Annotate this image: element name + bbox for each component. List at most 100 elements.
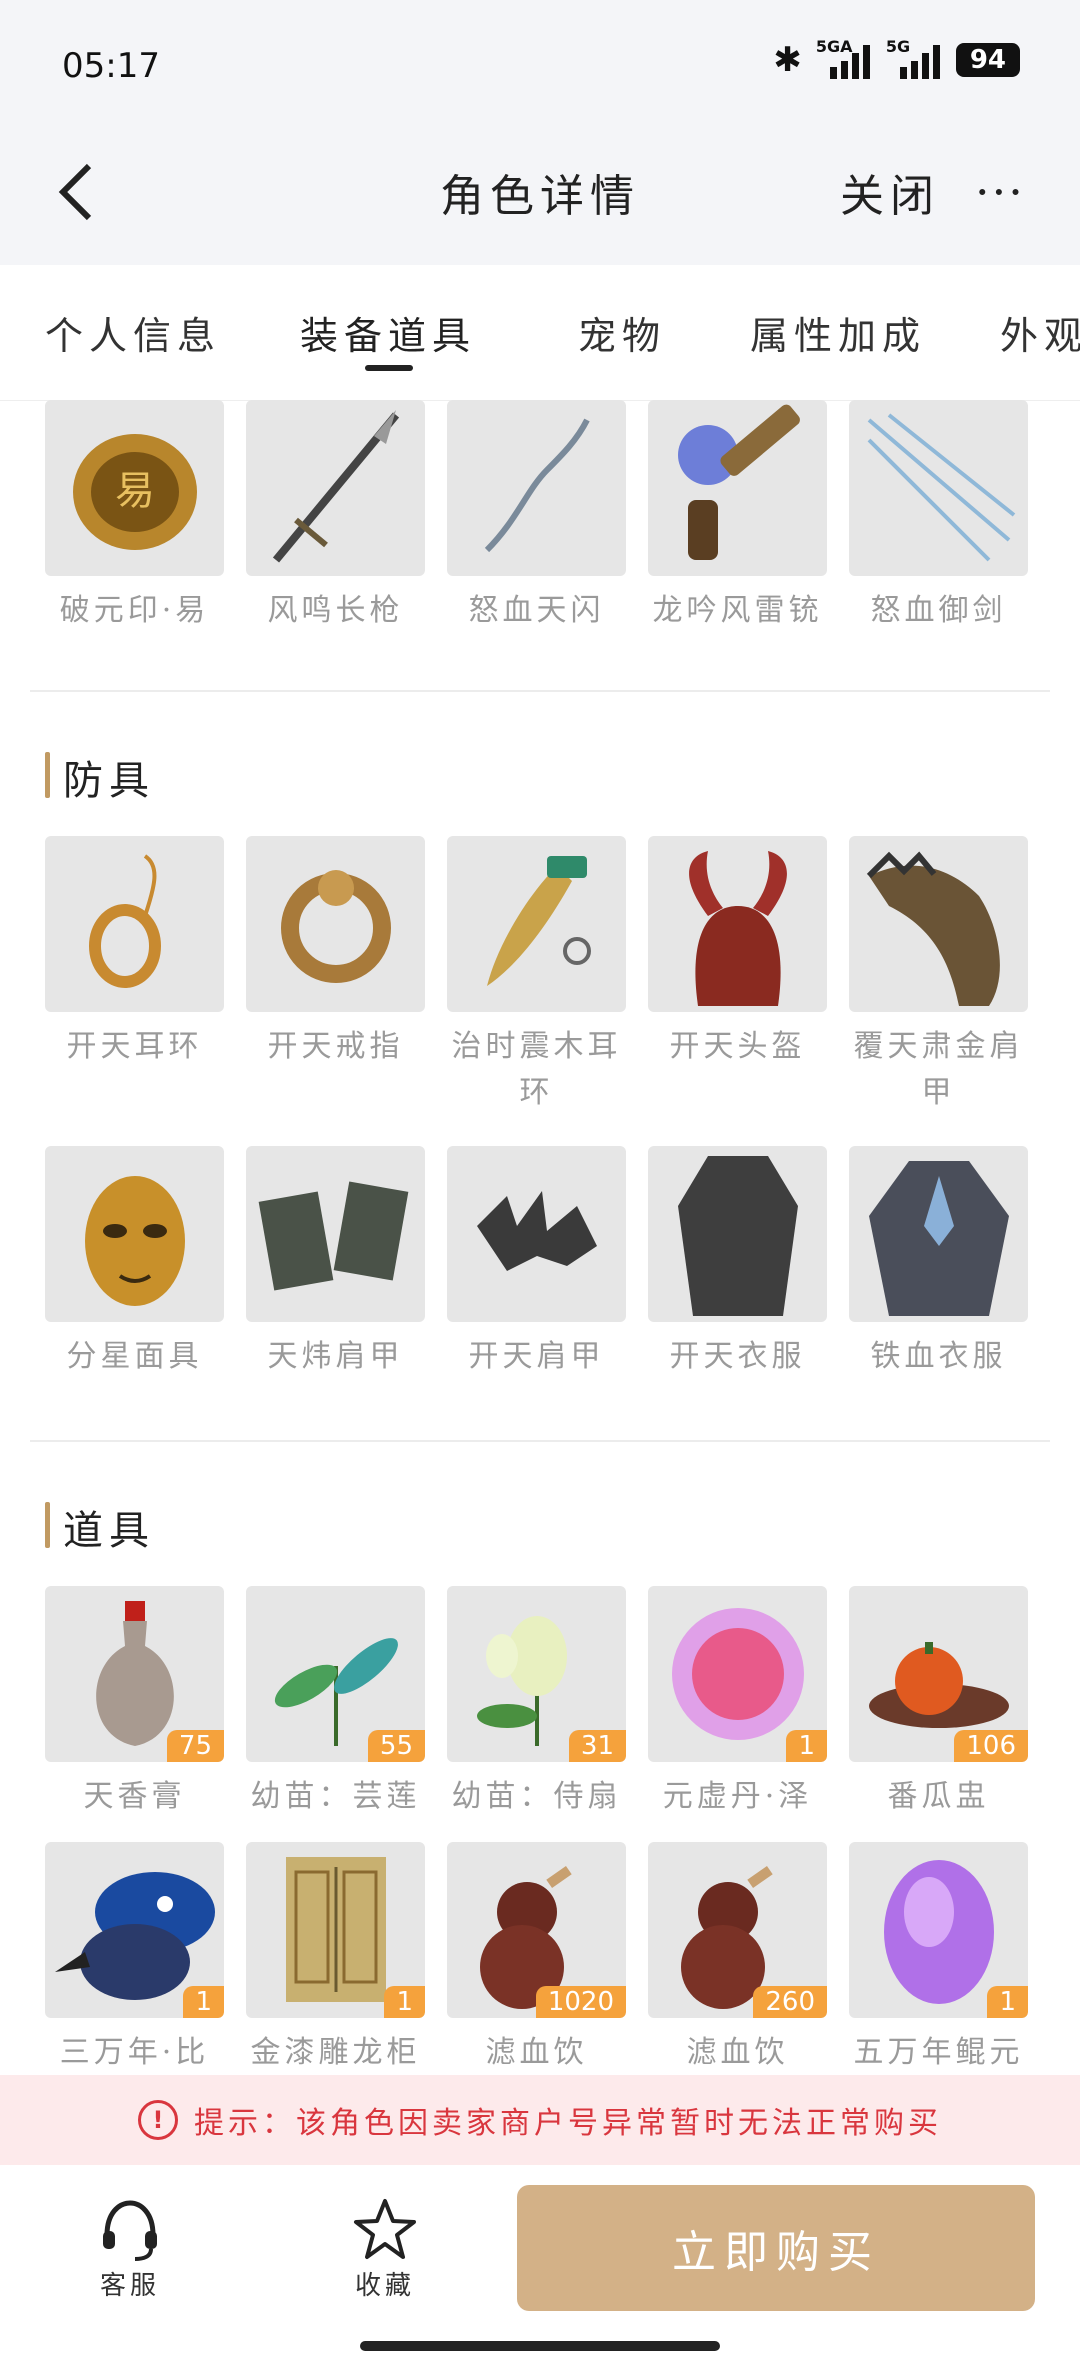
item-name: 幼苗：侍扇 (451, 1779, 622, 1814)
item-name: 怒血御剑 (870, 593, 1007, 628)
customer-service-label: 客服 (99, 2271, 160, 2301)
list-item[interactable]: 怒血御剑 (849, 400, 1028, 634)
list-item[interactable]: 1020 滤血饮 (447, 1842, 626, 2075)
item-image (45, 836, 224, 1012)
list-item[interactable]: 开天肩甲 (447, 1146, 626, 1380)
item-name: 开天戒指 (267, 1029, 404, 1064)
status-icons: ✱ 5GA 5G 94 (773, 37, 1020, 80)
tab-appearance[interactable]: 外观 (1000, 305, 1080, 360)
count-badge: 106 (954, 1730, 1028, 1762)
count-badge: 1 (384, 1986, 425, 2018)
tab-personal-info[interactable]: 个人信息 (45, 305, 221, 360)
customer-service-button[interactable]: 客服 (70, 2195, 190, 2302)
list-item[interactable]: 易 破元印·易 (45, 400, 224, 634)
list-item[interactable]: 开天头盔 (648, 836, 827, 1116)
signal-5ga-icon: 5GA (816, 37, 872, 79)
item-name: 天炜肩甲 (267, 1339, 404, 1374)
items-grid-row1: 75 天香膏 55 幼苗：芸莲 31 幼苗：侍扇 1 元虚丹·泽 106 番瓜盅 (45, 1586, 1028, 1820)
count-badge: 55 (367, 1730, 425, 1762)
item-image (849, 1146, 1028, 1322)
tab-pets[interactable]: 宠物 (578, 305, 666, 360)
item-image (45, 1146, 224, 1322)
blade-icon (484, 418, 590, 553)
item-name: 幼苗：芸莲 (250, 1779, 421, 1814)
item-name: 破元印·易 (59, 593, 210, 628)
ring-icon (281, 870, 391, 983)
flying-swords-icon (867, 413, 1016, 562)
item-image (447, 1146, 626, 1322)
item-image (648, 1146, 827, 1322)
list-item[interactable]: 1 五万年鲲元 (849, 1842, 1028, 2075)
list-item[interactable]: 1 金漆雕龙柜 (246, 1842, 425, 2075)
item-image (648, 836, 827, 1012)
item-name: 分星面具 (66, 1339, 203, 1374)
item-name: 开天头盔 (669, 1029, 806, 1064)
list-item[interactable]: 55 幼苗：芸莲 (246, 1586, 425, 1820)
item-image: 1020 (447, 1842, 626, 2018)
list-item[interactable]: 铁血衣服 (849, 1146, 1028, 1380)
item-image (849, 400, 1028, 576)
tab-attributes[interactable]: 属性加成 (750, 305, 926, 360)
tab-bar: 个人信息 装备道具 宠物 属性加成 外观 (0, 265, 1080, 401)
favorite-button[interactable]: 收藏 (325, 2195, 445, 2302)
notice-text: 提示：该角色因卖家商户号异常暂时无法正常购买 (194, 2106, 942, 2141)
list-item[interactable]: 怒血天闪 (447, 400, 626, 634)
list-item[interactable]: 开天戒指 (246, 836, 425, 1116)
tab-active-indicator (365, 365, 413, 371)
shoulder-armor-icon (866, 851, 1000, 1006)
favorite-label: 收藏 (354, 2271, 415, 2301)
status-bar: 05:17 ✱ 5GA 5G 94 (0, 0, 1080, 130)
item-name: 开天肩甲 (468, 1339, 605, 1374)
tab-equipment[interactable]: 装备道具 (300, 305, 476, 360)
more-icon[interactable]: ··· (975, 165, 1025, 219)
signal-5g-icon: 5G (886, 37, 942, 79)
list-item[interactable]: 75 天香膏 (45, 1586, 224, 1820)
item-image: 1 (849, 1842, 1028, 2018)
robe-icon (678, 1156, 798, 1316)
spear-icon (272, 410, 400, 563)
notice-banner: ! 提示：该角色因卖家商户号异常暂时无法正常购买 (0, 2075, 1080, 2165)
list-item[interactable]: 风鸣长枪 (246, 400, 425, 634)
item-image: 1 (246, 1842, 425, 2018)
buy-now-button[interactable]: 立即购买 (517, 2185, 1035, 2311)
item-name: 番瓜盅 (887, 1779, 990, 1814)
item-image: 55 (246, 1586, 425, 1762)
equipment-content[interactable]: 易 破元印·易 风鸣长枪 怒血天闪 龙吟风雷铳 怒血御剑 防具 开天耳环 开天戒… (0, 400, 1080, 2075)
list-item[interactable]: 分星面具 (45, 1146, 224, 1380)
armor-suit-icon (869, 1161, 1009, 1316)
nav-bar: 角色详情 关闭 ··· (0, 130, 1080, 265)
list-item[interactable]: 31 幼苗：侍扇 (447, 1586, 626, 1820)
item-image (648, 400, 827, 576)
list-item[interactable]: 开天耳环 (45, 836, 224, 1116)
star-icon (354, 2199, 416, 2259)
item-image: 1 (45, 1842, 224, 2018)
item-image: 易 (45, 400, 224, 576)
section-title-armor: 防具 (45, 748, 155, 806)
item-name: 治时震木耳环 (451, 1029, 622, 1110)
cannon-icon (678, 404, 800, 560)
list-item[interactable]: 开天衣服 (648, 1146, 827, 1380)
item-name: 滤血饮 (686, 2035, 789, 2070)
status-time: 05:17 (62, 46, 160, 86)
list-item[interactable]: 天炜肩甲 (246, 1146, 425, 1380)
alert-icon: ! (138, 2100, 178, 2140)
list-item[interactable]: 覆天肃金肩甲 (849, 836, 1028, 1116)
list-item[interactable]: 106 番瓜盅 (849, 1586, 1028, 1820)
bluetooth-icon: ✱ (773, 40, 802, 80)
item-image (246, 400, 425, 576)
item-image (849, 836, 1028, 1012)
item-name: 怒血天闪 (468, 593, 605, 628)
headset-icon (103, 2200, 157, 2261)
count-badge: 1 (987, 1986, 1028, 2018)
item-name: 风鸣长枪 (267, 593, 404, 628)
list-item[interactable]: 治时震木耳环 (447, 836, 626, 1116)
item-name: 覆天肃金肩甲 (853, 1029, 1024, 1110)
list-item[interactable]: 龙吟风雷铳 (648, 400, 827, 634)
close-button[interactable]: 关闭 (840, 160, 940, 224)
list-item[interactable]: 1 三万年·比 (45, 1842, 224, 2075)
list-item[interactable]: 260 滤血饮 (648, 1842, 827, 2075)
weapons-grid: 易 破元印·易 风鸣长枪 怒血天闪 龙吟风雷铳 怒血御剑 (45, 400, 1028, 634)
list-item[interactable]: 1 元虚丹·泽 (648, 1586, 827, 1820)
item-name: 龙吟风雷铳 (652, 593, 823, 628)
armor-grid-row2: 分星面具 天炜肩甲 开天肩甲 开天衣服 铁血衣服 (45, 1146, 1028, 1380)
